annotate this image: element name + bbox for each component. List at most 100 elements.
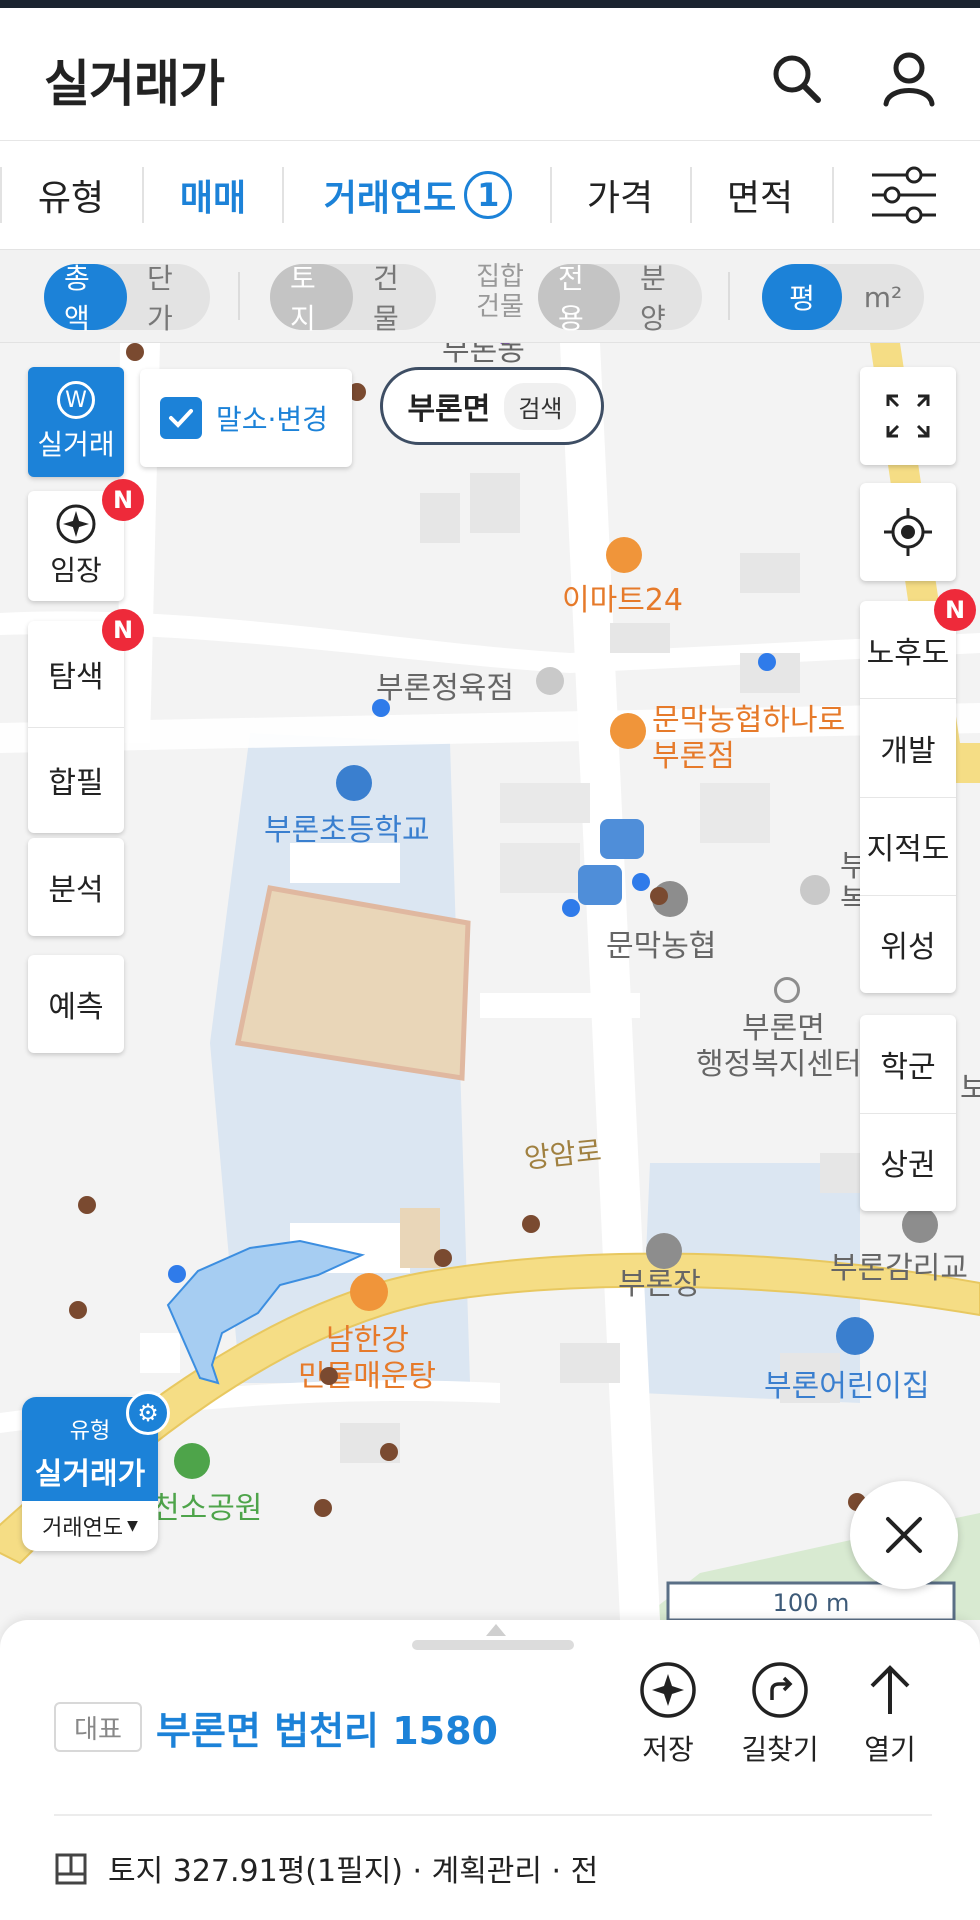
close-button[interactable] bbox=[850, 1481, 958, 1589]
cadastral-layer-button[interactable]: 지적도 bbox=[860, 798, 956, 896]
gear-icon[interactable]: ⚙ bbox=[126, 1391, 170, 1435]
park-icon[interactable] bbox=[174, 1443, 210, 1479]
map-layer-group: 노후도 개발 지적도 위성 bbox=[860, 601, 956, 993]
chevron-up-icon bbox=[486, 1624, 506, 1636]
poi-grey-icon[interactable] bbox=[800, 875, 830, 905]
sheet-handle[interactable] bbox=[412, 1640, 574, 1650]
fullscreen-button[interactable] bbox=[860, 367, 956, 465]
restaurant-icon[interactable] bbox=[350, 1273, 388, 1311]
label-school: 부론초등학교 bbox=[264, 813, 430, 848]
transaction-dot[interactable] bbox=[522, 1215, 540, 1233]
scale-label: 100 m bbox=[772, 1589, 850, 1617]
label-church: 부론감리교 bbox=[830, 1251, 968, 1286]
transaction-dot[interactable] bbox=[380, 1443, 398, 1461]
transaction-dot[interactable] bbox=[372, 699, 390, 717]
label-office-2: 행정복지센터 bbox=[696, 1047, 862, 1082]
satellite-layer-button[interactable]: 위성 bbox=[860, 896, 956, 993]
label-nonghyup-mart-2: 부론점 bbox=[652, 739, 735, 774]
compass-icon bbox=[56, 504, 96, 544]
label-butcher: 부론정육점 bbox=[376, 671, 514, 706]
label-road: 앙암로 bbox=[522, 1134, 603, 1175]
transaction-dot[interactable] bbox=[650, 887, 668, 905]
label-inn: 부론장 bbox=[618, 1267, 701, 1302]
directions-label: 길찾기 bbox=[741, 1733, 819, 1766]
cancel-filter-label: 말소·변경 bbox=[216, 403, 328, 436]
toggle-total[interactable]: 총액 bbox=[44, 262, 127, 335]
user-icon[interactable] bbox=[874, 44, 944, 114]
directions-button[interactable]: 길찾기 bbox=[730, 1660, 830, 1768]
toggle-pyeong[interactable]: 평 bbox=[762, 264, 842, 330]
open-button[interactable]: 열기 bbox=[850, 1660, 930, 1768]
predict-button[interactable]: 예측 bbox=[28, 955, 124, 1053]
analysis-button[interactable]: 분석 bbox=[28, 838, 124, 936]
open-label: 열기 bbox=[864, 1733, 916, 1766]
label-nonghyup: 문막농협 bbox=[606, 929, 717, 964]
star-icon bbox=[640, 1662, 696, 1718]
parcel-summary: 토지 327.91평(1필지) · 계획관리 · 전 bbox=[108, 1854, 599, 1889]
group-building-label: 집합 건물 bbox=[476, 262, 524, 322]
toggle-sale[interactable]: 분양 bbox=[620, 262, 702, 335]
tab-year-count: 1 bbox=[464, 171, 513, 219]
church-icon[interactable] bbox=[902, 1207, 938, 1243]
type-card-filter[interactable]: 거래연도 ▼ bbox=[22, 1501, 158, 1551]
tab-deal[interactable]: 매매 bbox=[150, 141, 276, 249]
office-icon[interactable] bbox=[774, 977, 800, 1003]
save-label: 저장 bbox=[642, 1733, 694, 1766]
transaction-dot[interactable] bbox=[320, 1367, 338, 1385]
tab-type[interactable]: 유형 bbox=[8, 141, 134, 249]
filter-tabs: 유형 매매 거래연도 1 가격 면적 bbox=[0, 141, 980, 250]
tab-price[interactable]: 가격 bbox=[556, 141, 684, 249]
close-icon bbox=[886, 1517, 922, 1553]
field-visit-label: 임장 bbox=[50, 554, 102, 587]
transaction-dot[interactable] bbox=[78, 1196, 96, 1214]
land-building-toggle[interactable]: 토지 건물 bbox=[270, 262, 436, 335]
area-layer-group: 학군 상권 bbox=[860, 1015, 956, 1211]
development-layer-button[interactable]: 개발 bbox=[860, 699, 956, 798]
toggle-building[interactable]: 건물 bbox=[353, 262, 436, 335]
kindergarten-icon[interactable] bbox=[836, 1317, 874, 1355]
transaction-dot[interactable] bbox=[562, 899, 580, 917]
tab-year[interactable]: 거래연도 1 bbox=[290, 141, 546, 249]
transaction-dot[interactable] bbox=[758, 653, 776, 671]
toggle-exclusive[interactable]: 전용 bbox=[538, 262, 620, 335]
price-mode-toggle[interactable]: 총액 단가 bbox=[44, 262, 210, 335]
page-title: 실거래가 bbox=[44, 55, 225, 113]
transaction-dot[interactable] bbox=[69, 1301, 87, 1319]
tab-area[interactable]: 면적 bbox=[696, 141, 824, 249]
convenience-store-icon[interactable] bbox=[606, 537, 642, 573]
butcher-icon[interactable] bbox=[536, 667, 564, 695]
my-location-button[interactable] bbox=[860, 483, 956, 581]
new-badge: N bbox=[934, 589, 976, 631]
cancel-filter-checkbox[interactable]: 말소·변경 bbox=[140, 369, 352, 467]
region-search-button[interactable]: 검색 bbox=[504, 382, 577, 430]
arrow-up-icon bbox=[870, 1665, 910, 1714]
checkbox-checked-icon[interactable] bbox=[160, 397, 202, 439]
parcel-address[interactable]: 부론면 법천리 1580 bbox=[156, 1700, 498, 1755]
area-unit-toggle[interactable]: 평 m² bbox=[762, 264, 924, 330]
toggle-unit[interactable]: 단가 bbox=[127, 262, 210, 335]
sheet-divider bbox=[54, 1814, 932, 1816]
transaction-dot[interactable] bbox=[168, 1265, 186, 1283]
filter-sliders-icon[interactable] bbox=[868, 163, 940, 227]
mart-icon[interactable] bbox=[610, 713, 646, 749]
status-strip bbox=[0, 0, 980, 8]
transaction-dot[interactable] bbox=[434, 1249, 452, 1267]
app-header: 실거래가 bbox=[0, 8, 980, 141]
school-icon[interactable] bbox=[336, 765, 372, 801]
toggle-sqm[interactable]: m² bbox=[842, 264, 924, 330]
area-basis-toggle[interactable]: 전용 분양 bbox=[538, 262, 702, 335]
region-search-pill[interactable]: 부론면 검색 bbox=[380, 367, 604, 445]
caret-down-icon: ▼ bbox=[127, 1518, 138, 1534]
tab-year-label: 거래연도 bbox=[323, 178, 457, 219]
search-icon[interactable] bbox=[762, 44, 832, 114]
transaction-dot[interactable] bbox=[314, 1499, 332, 1517]
school-district-button[interactable]: 학군 bbox=[860, 1015, 956, 1114]
realprice-layer-button[interactable]: W 실거래 bbox=[28, 367, 124, 477]
commercial-area-button[interactable]: 상권 bbox=[860, 1114, 956, 1212]
toggle-land[interactable]: 토지 bbox=[270, 262, 353, 335]
save-button[interactable]: 저장 bbox=[630, 1660, 706, 1768]
merge-button[interactable]: 합필 bbox=[28, 728, 124, 834]
expand-icon bbox=[886, 394, 930, 438]
map-canvas[interactable]: 이마트24 부론정육점 문막농협하나로 부론점 부론초등학교 문막농협 부론면 … bbox=[0, 343, 980, 1620]
transaction-dot[interactable] bbox=[632, 873, 650, 891]
